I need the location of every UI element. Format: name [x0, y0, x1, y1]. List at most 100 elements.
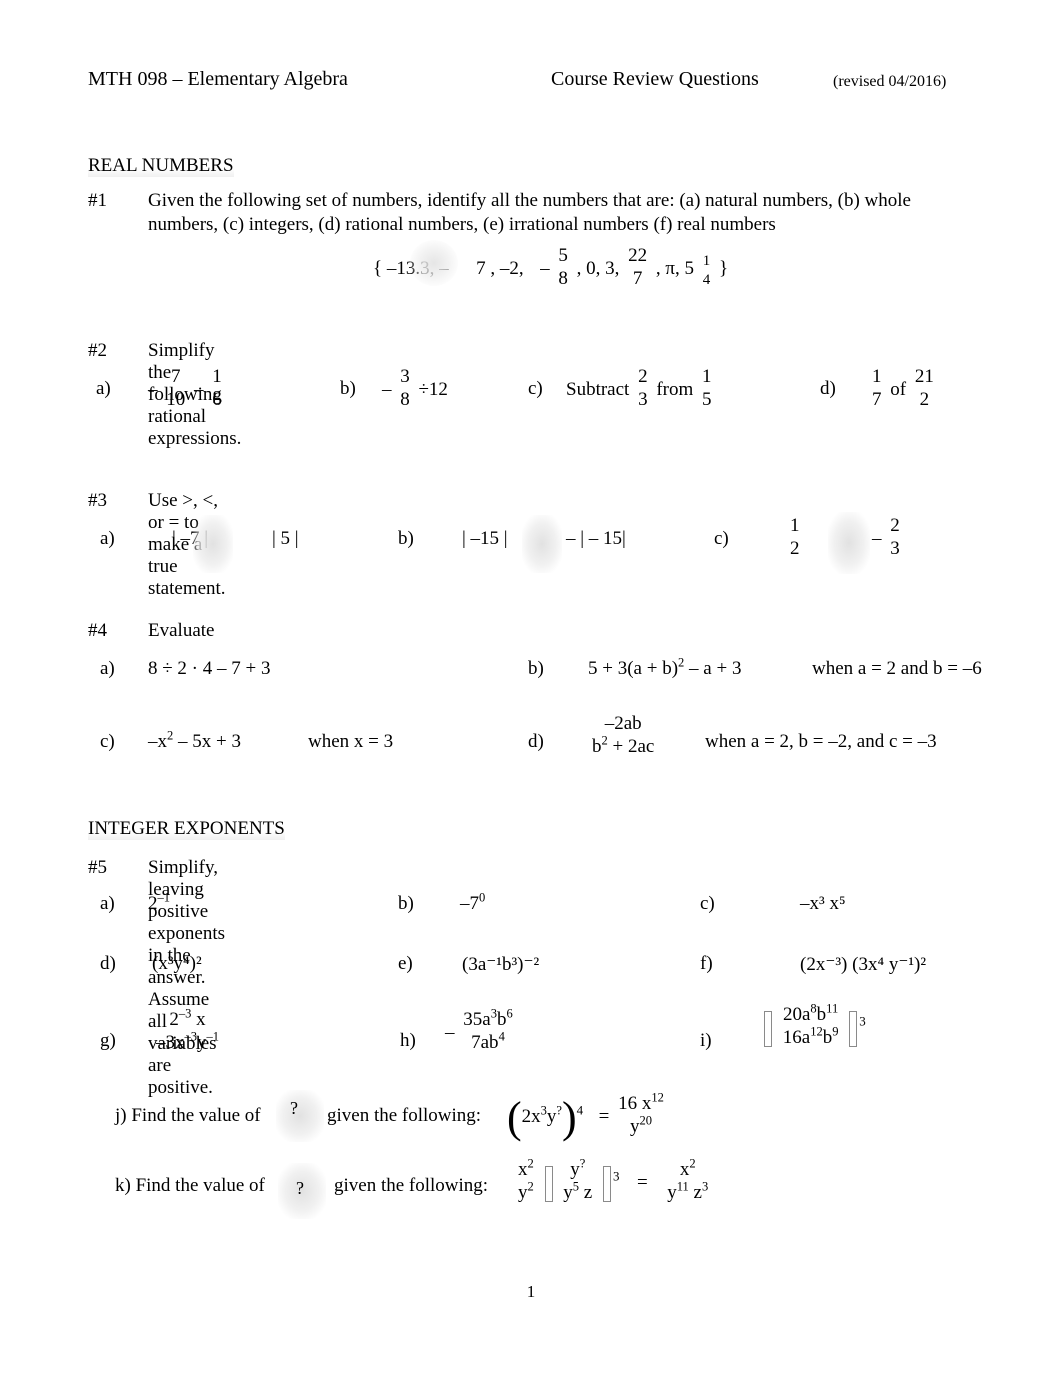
problem-5e-expression: (3a⁻¹b³)⁻² — [462, 954, 540, 975]
set-fraction-22-7: 22 7 — [626, 246, 649, 289]
exponent: –1 — [157, 890, 171, 905]
problem-5a-expression: 2–1 — [148, 890, 171, 915]
den-exponent: 4 — [498, 1030, 505, 1045]
den-middle: y — [197, 1032, 207, 1054]
leading-sign: – — [872, 527, 882, 549]
den-exponent-2: –1 — [206, 1030, 220, 1045]
fraction-35a3b6-over-7ab4: 35a3b6 7ab4 — [461, 1007, 514, 1054]
fraction-numerator: 20a8b11 — [781, 1002, 841, 1025]
fraction-numerator: –2ab — [604, 713, 642, 734]
fraction-neg2ab-over-b2plus2ac: –2ab b2 + 2ac — [590, 714, 656, 757]
fraction-x2-over-y11z3: x2 y11 z3 — [665, 1156, 710, 1203]
missing-glyph-right-paren-icon — [849, 1010, 858, 1047]
problem-5f-expression: (2x⁻³) (3x⁴ y⁻¹)² — [800, 954, 927, 975]
fraction-numerator: 16 x12 — [616, 1090, 666, 1113]
problem-5b-label: b) — [398, 893, 414, 914]
den-suffix: z — [579, 1182, 593, 1204]
num-middle: b — [816, 1004, 827, 1025]
fraction-x2-over-y2: x2 y2 — [516, 1157, 536, 1204]
den-exponent: 2 — [527, 1180, 534, 1195]
fraction-denominator: 6 — [212, 389, 222, 411]
divide-by-twelve: ÷12 — [418, 378, 448, 400]
fraction-denominator: 16a12b9 — [781, 1025, 841, 1048]
problem-5f-label: f) — [700, 953, 713, 974]
set-item-1: –13.3, — [386, 257, 435, 279]
problem-2d-expression: 1 7 of 21 2 — [868, 367, 938, 410]
section-heading-integer-exponents: INTEGER EXPONENTS — [88, 818, 285, 840]
problem-3c-label: c) — [714, 528, 729, 549]
fraction-21-2: 21 2 — [913, 367, 936, 410]
fraction-denominator: 7 — [872, 389, 882, 411]
fraction-numerator: 3 — [400, 366, 410, 387]
den-exponent-1: 12 — [810, 1025, 823, 1040]
problem-4d-label: d) — [528, 731, 544, 752]
fraction-numerator: 2 — [638, 366, 648, 387]
fraction-numerator: y? — [561, 1157, 594, 1180]
problem-3b-answer-blank[interactable] — [522, 515, 562, 573]
problem-5-number: #5 — [88, 857, 107, 878]
fraction-numerator: 7 — [171, 366, 181, 387]
den-prefix: y — [563, 1182, 573, 1204]
den-prefix: y — [518, 1182, 528, 1204]
expr-suffix: – 5x + 3 — [173, 731, 241, 752]
fraction-denominator: 7ab4 — [461, 1030, 514, 1054]
problem-5j-unknown-blank[interactable] — [276, 1090, 324, 1142]
num-prefix: 2 — [169, 1009, 179, 1030]
fraction-1-5: 1 5 — [700, 367, 714, 410]
fraction-denominator: 10 — [166, 389, 186, 411]
problem-2a-label: a) — [96, 378, 111, 399]
problem-5i-label: i) — [700, 1030, 712, 1051]
fraction-denominator: y2 — [516, 1180, 536, 1204]
set-close-brace: } — [718, 257, 729, 279]
expr-suffix: – a + 3 — [684, 658, 742, 679]
den-exponent-1: –3 — [184, 1030, 198, 1045]
fraction-numerator: 21 — [914, 366, 934, 387]
problem-4b-expression: 5 + 3(a + b)2 – a + 3 — [588, 656, 742, 680]
problem-4-prompt: Evaluate — [148, 620, 215, 641]
fraction-numerator: 35a3b6 — [461, 1007, 514, 1029]
problem-5c-expression: –x³ x⁵ — [800, 893, 846, 914]
problem-3a-label: a) — [100, 528, 115, 549]
fraction-denominator: 5 — [702, 389, 712, 411]
fraction-2neg3x-over-neg3xneg3yneg1: 2–3 x –3x–3y–1 — [154, 1006, 221, 1054]
problem-2-number: #2 — [88, 340, 107, 361]
problem-5e-label: e) — [398, 953, 413, 974]
section-heading-real-numbers: REAL NUMBERS — [88, 155, 234, 177]
expr-prefix: –x — [148, 731, 167, 752]
fraction-numerator: 1 — [702, 366, 712, 387]
equals-sign: = — [636, 1171, 648, 1193]
problem-1-number: #1 — [88, 190, 107, 211]
set-tail-items: , π, 5 — [655, 257, 694, 279]
problem-5k-given-text: given the following: — [334, 1175, 489, 1196]
missing-glyph-left-paren-icon — [544, 1165, 553, 1202]
word-of: of — [890, 378, 907, 400]
problem-5k-unknown-mark: ? — [296, 1178, 304, 1198]
page-number: 1 — [526, 1282, 536, 1301]
problem-3a-answer-blank[interactable] — [193, 515, 233, 573]
problem-3b-right: – | – 15| — [566, 528, 626, 549]
problem-4c-label: c) — [100, 731, 115, 752]
lhs-prefix: 2x — [521, 1105, 541, 1127]
problem-3c-answer-blank[interactable] — [828, 512, 870, 574]
problem-1-line2: numbers, (c) integers, (d) rational numb… — [148, 214, 776, 235]
outer-exponent: 3 — [859, 1013, 866, 1029]
num-exponent: 12 — [651, 1090, 664, 1105]
set-fraction-5-8: 5 8 — [556, 246, 570, 289]
num-prefix: y — [570, 1159, 580, 1180]
den-suffix: + 2ac — [607, 736, 655, 758]
problem-5b-expression: –70 — [460, 891, 485, 915]
problem-5d-label: d) — [100, 953, 116, 974]
num-exponent: 2 — [689, 1156, 696, 1171]
leading-sign: – — [148, 378, 158, 400]
fraction-20a8b11-over-16a12b9: 20a8b11 16a12b9 — [781, 1002, 841, 1048]
den-prefix: 7ab — [471, 1032, 499, 1054]
document-title: Course Review Questions — [551, 68, 759, 90]
problem-5a-label: a) — [100, 893, 115, 914]
fraction-16x12-over-y20: 16 x12 y20 — [616, 1090, 666, 1137]
lhs-outer-exponent: 4 — [576, 1102, 584, 1118]
fraction-numerator: x2 — [516, 1157, 536, 1179]
problem-5g-label: g) — [100, 1030, 116, 1051]
num-exponent: –3 — [178, 1006, 192, 1021]
fraction-numerator: 5 — [558, 245, 568, 266]
problem-4d-expression: –2ab b2 + 2ac — [588, 714, 658, 757]
